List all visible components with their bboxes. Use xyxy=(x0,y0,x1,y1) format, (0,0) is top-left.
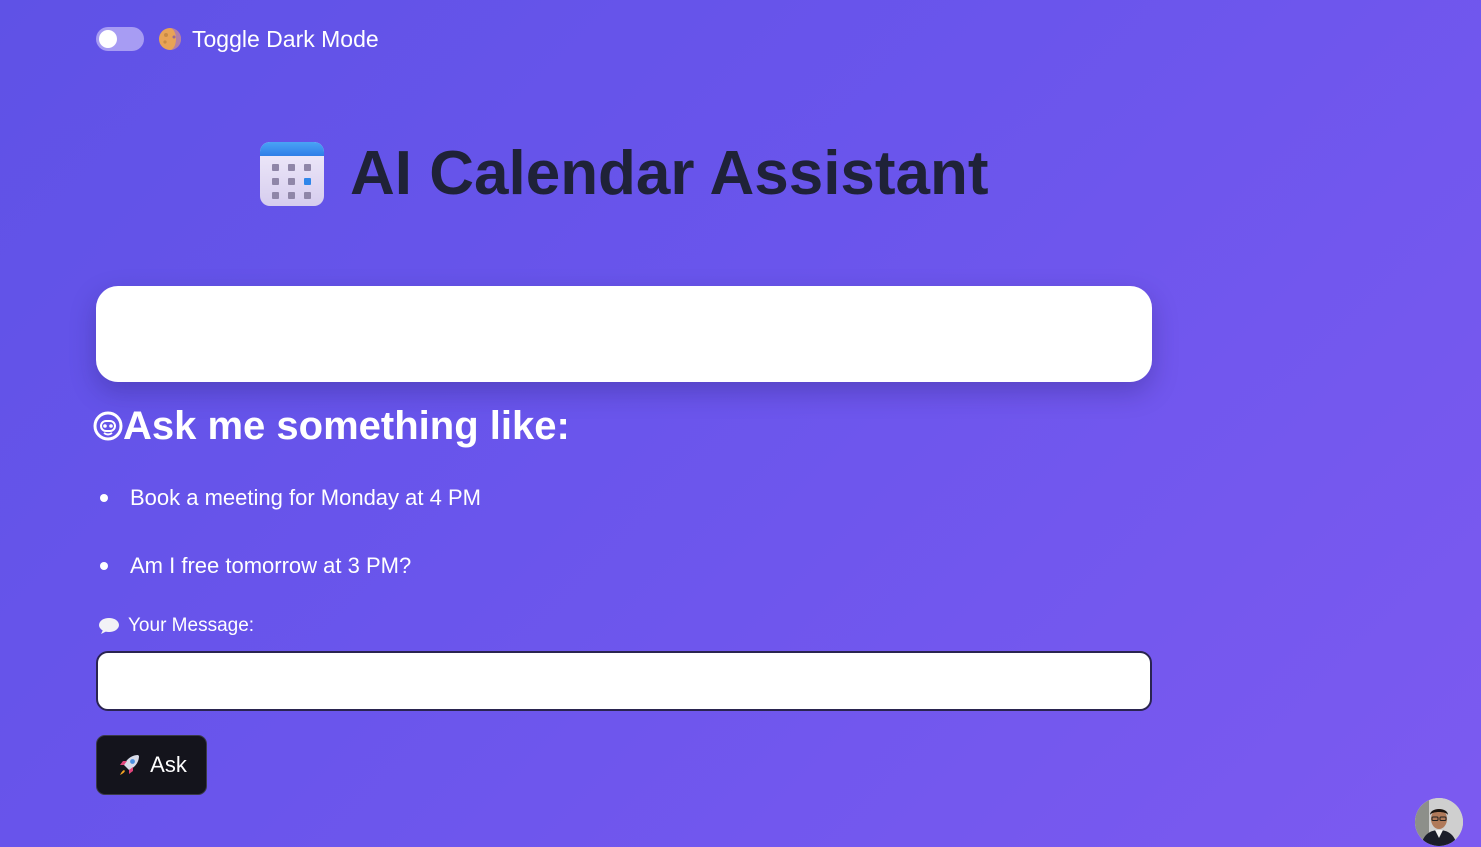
user-avatar[interactable] xyxy=(1415,798,1463,846)
dark-mode-toggle-row: Toggle Dark Mode xyxy=(96,25,379,53)
rocket-icon xyxy=(120,755,140,775)
message-input[interactable] xyxy=(96,651,1152,711)
dark-mode-toggle-label[interactable]: Toggle Dark Mode xyxy=(192,26,379,53)
example-text: Am I free tomorrow at 3 PM? xyxy=(130,553,412,578)
ask-button-label: Ask xyxy=(150,752,187,777)
examples-heading-row: Ask me something like: xyxy=(93,402,570,450)
list-item: Book a meeting for Monday at 4 PM xyxy=(96,480,481,516)
ask-button[interactable]: Ask xyxy=(96,735,207,795)
speech-balloon-icon xyxy=(99,618,119,634)
robot-icon xyxy=(93,411,123,441)
response-card xyxy=(96,286,1152,382)
bullet xyxy=(100,494,108,502)
page-title: AI Calendar Assistant xyxy=(350,138,989,208)
calendar-icon xyxy=(260,142,324,206)
bullet xyxy=(100,562,108,570)
message-label-row: Your Message: xyxy=(98,612,254,640)
example-text: Book a meeting for Monday at 4 PM xyxy=(130,485,481,510)
moon-icon xyxy=(159,28,181,50)
message-label: Your Message: xyxy=(128,615,255,636)
examples-list: Book a meeting for Monday at 4 PM Am I f… xyxy=(96,480,481,616)
examples-heading: Ask me something like: xyxy=(123,403,570,448)
list-item: Am I free tomorrow at 3 PM? xyxy=(96,548,481,584)
toggle-knob xyxy=(99,30,117,48)
page-header: AI Calendar Assistant xyxy=(258,135,989,211)
dark-mode-toggle-switch[interactable] xyxy=(96,27,144,51)
avatar-image xyxy=(1415,798,1463,846)
